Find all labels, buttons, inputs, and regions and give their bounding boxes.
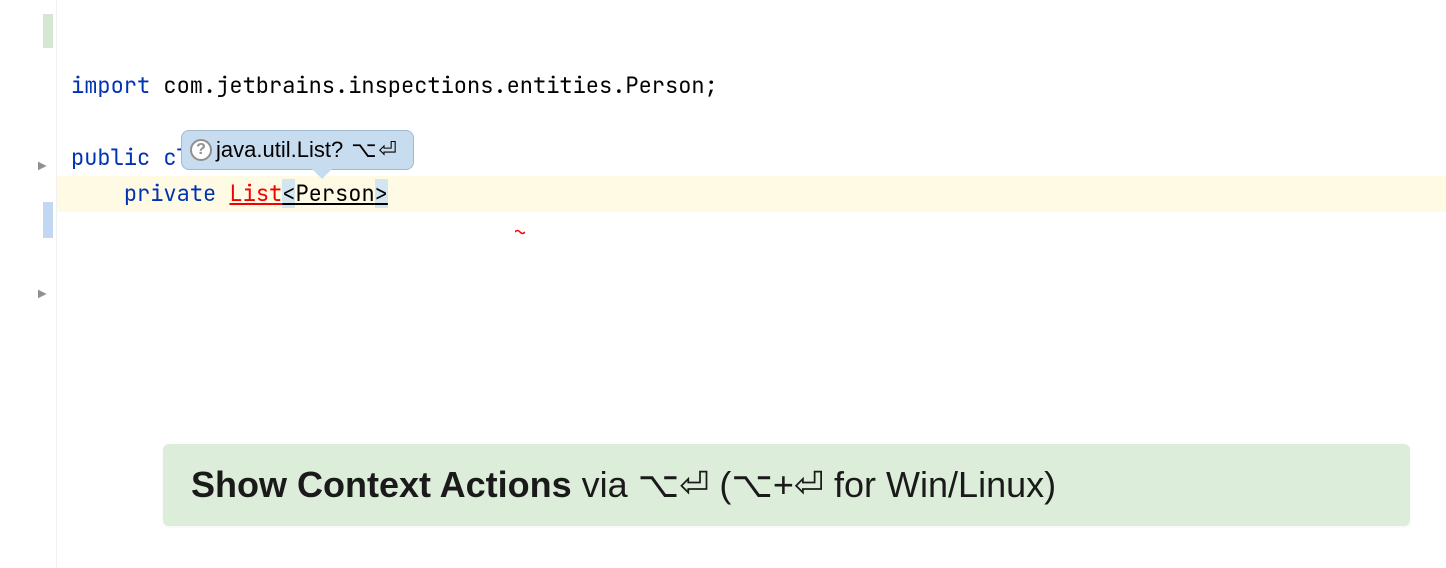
type-parameter: Person: [295, 179, 374, 208]
keyword-private: private: [124, 179, 216, 208]
help-icon: ?: [190, 139, 212, 161]
gutter-fold-arrow-icon[interactable]: ▶: [38, 158, 46, 176]
banner-title: Show Context Actions: [191, 464, 572, 505]
gutter-change-marker-modified: [43, 202, 53, 238]
hint-banner: Show Context Actions via ⌥⏎ (⌥+⏎ for Win…: [163, 444, 1410, 526]
gutter-fold-arrow-icon[interactable]: ▶: [38, 286, 46, 304]
editor-gutter: ▶ ▶: [0, 0, 57, 568]
code-line[interactable]: import com.jetbrains.inspections.entitie…: [57, 68, 1446, 104]
code-editor-area[interactable]: import com.jetbrains.inspections.entitie…: [57, 0, 1446, 568]
tooltip-shortcut: ⌥⏎: [351, 137, 399, 163]
generic-bracket-close: >: [375, 179, 388, 208]
banner-paren: (: [709, 464, 731, 505]
banner-shortcut-mac: ⌥⏎: [638, 464, 710, 505]
banner-shortcut-win: ⌥+⏎: [731, 464, 824, 505]
code-line-current[interactable]: private List<Person>: [57, 176, 1446, 212]
keyword-import: import: [71, 71, 150, 100]
code-line[interactable]: [57, 50, 1446, 68]
tooltip-text: java.util.List?: [216, 137, 343, 163]
error-squiggle: [515, 229, 525, 235]
unresolved-type: List: [229, 179, 282, 208]
gutter-change-marker-added: [43, 14, 53, 48]
package-path: com.jetbrains.inspections.entities.Perso…: [150, 71, 718, 100]
banner-text-rest: for Win/Linux): [824, 464, 1056, 505]
import-suggestion-tooltip[interactable]: ? java.util.List? ⌥⏎: [181, 130, 414, 170]
keyword-public: public: [71, 143, 150, 172]
code-line[interactable]: [57, 14, 1446, 50]
editor-container: ▶ ▶ import com.jetbrains.inspections.ent…: [0, 0, 1446, 568]
banner-text-via: via: [572, 464, 638, 505]
generic-bracket-open: <: [282, 179, 295, 208]
